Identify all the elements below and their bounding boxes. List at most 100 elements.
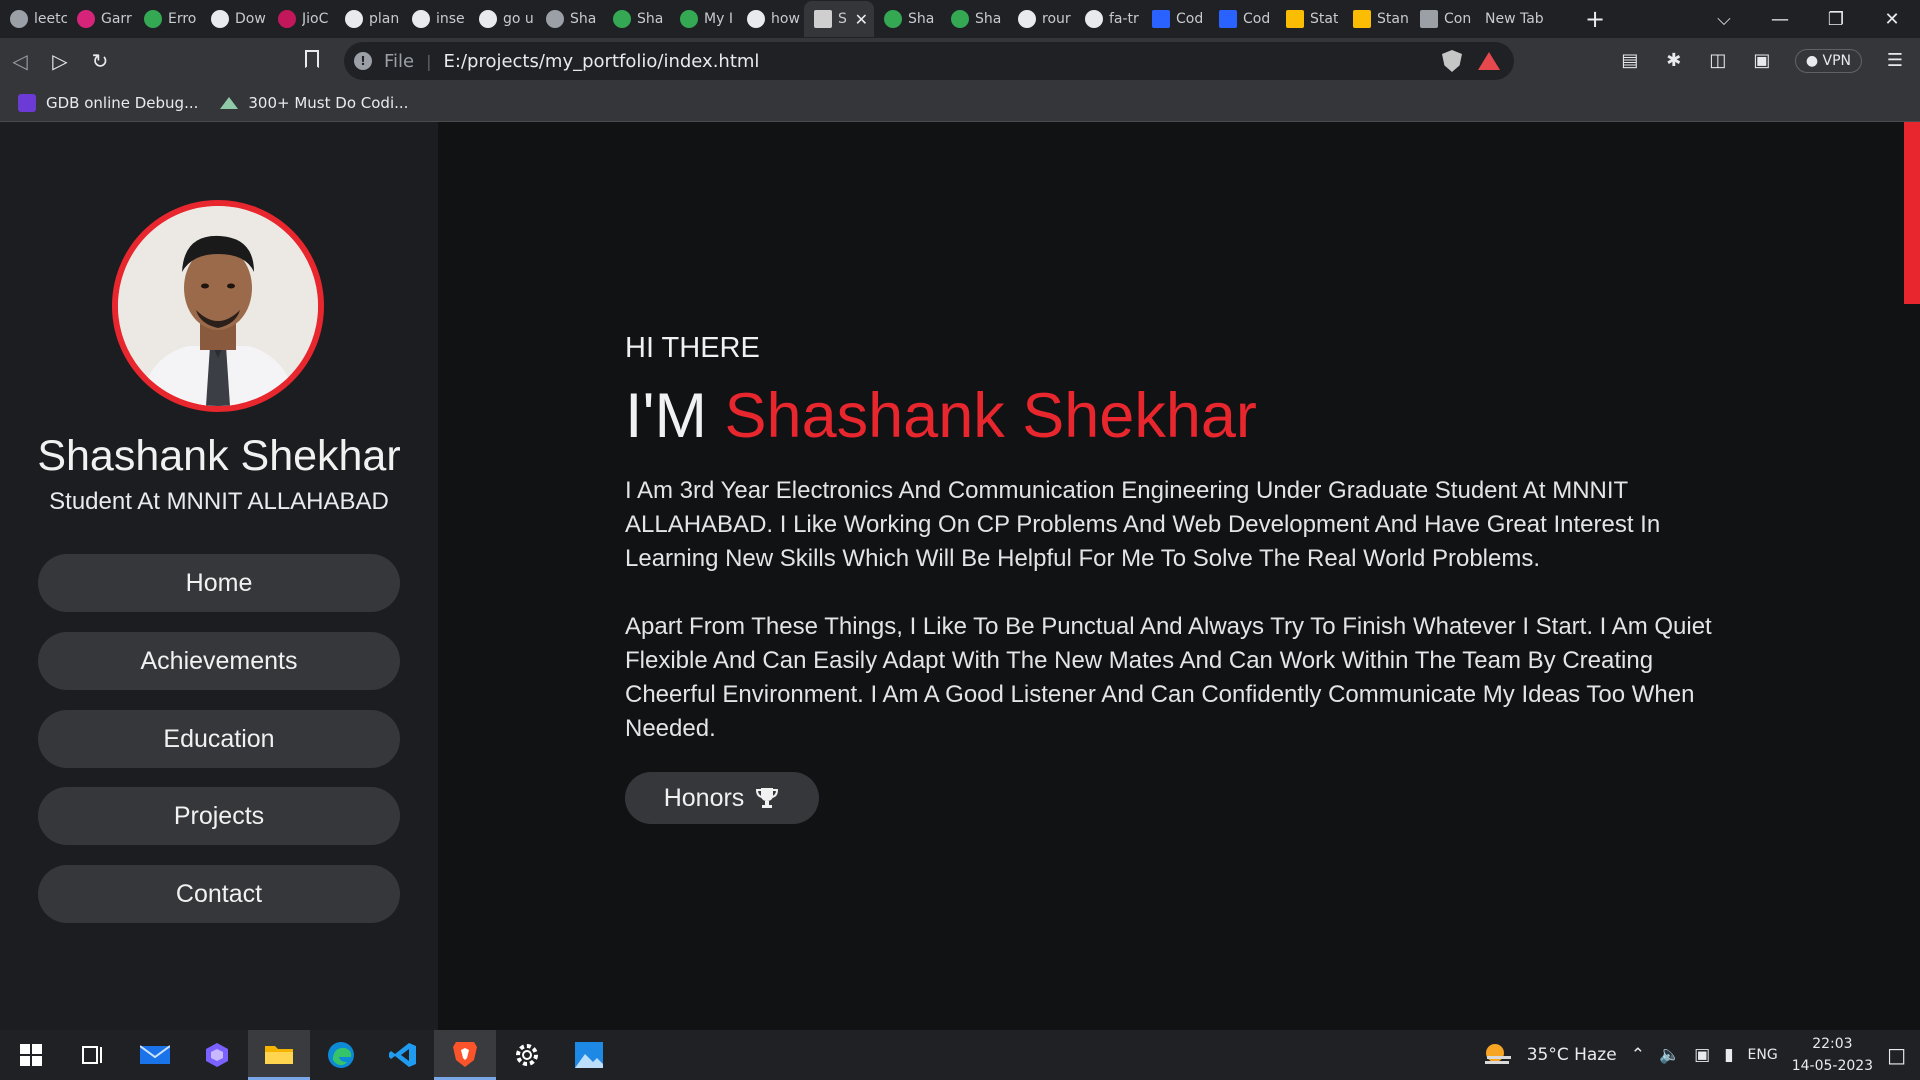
reader-mode-icon[interactable]: ▤: [1619, 50, 1641, 72]
clock[interactable]: 22:03 14-05-2023: [1792, 1033, 1873, 1077]
nav-contact-button[interactable]: Contact: [38, 865, 400, 923]
vpn-button[interactable]: ● VPN: [1794, 49, 1862, 73]
browser-tab[interactable]: Con: [1410, 1, 1477, 37]
menu-icon[interactable]: ☰: [1884, 50, 1906, 72]
task-view-icon[interactable]: [62, 1030, 124, 1080]
tab-label: JioC: [302, 11, 329, 27]
mail-icon[interactable]: [124, 1030, 186, 1080]
file-explorer-icon[interactable]: [248, 1030, 310, 1080]
wallet-icon[interactable]: ▣: [1751, 50, 1773, 72]
browser-toolbar: ◁ ▷ ↻ ! File | E:/projects/my_portfolio/…: [0, 38, 1920, 84]
profile-name: Shashank Shekhar: [37, 432, 401, 480]
nav-education-button[interactable]: Education: [38, 710, 400, 768]
new-tab-label[interactable]: New Tab: [1477, 11, 1575, 27]
back-icon[interactable]: ◁: [0, 49, 40, 73]
close-window-icon[interactable]: ✕: [1864, 9, 1920, 30]
browser-tab[interactable]: Garr: [67, 1, 134, 37]
profile-photo: [118, 206, 318, 406]
tab-label: fa-tr: [1109, 11, 1139, 27]
headline-prefix: I'M: [625, 381, 708, 451]
notifications-icon[interactable]: □: [1887, 1043, 1906, 1067]
cc-icon: [1420, 10, 1438, 28]
address-bar[interactable]: ! File | E:/projects/my_portfolio/index.…: [344, 42, 1514, 80]
browser-tab[interactable]: My I: [670, 1, 737, 37]
profile-photo-icon: [814, 10, 832, 28]
bar-chart-icon: [1286, 10, 1304, 28]
new-tab-plus-icon[interactable]: +: [1575, 5, 1615, 33]
drive-icon: [884, 10, 902, 28]
extensions-icon[interactable]: ✱: [1663, 50, 1685, 72]
browser-tab[interactable]: Cod: [1209, 1, 1276, 37]
bookmark-gdb[interactable]: GDB online Debug...: [18, 93, 198, 112]
nav-projects-button[interactable]: Projects: [38, 787, 400, 845]
nav-home-button[interactable]: Home: [38, 554, 400, 612]
network-icon[interactable]: ▣: [1694, 1045, 1710, 1065]
tab-label: Sha: [570, 11, 597, 27]
bar-chart-icon: [1353, 10, 1371, 28]
reload-icon[interactable]: ↻: [80, 49, 120, 73]
cortana-icon[interactable]: [186, 1030, 248, 1080]
browser-tab[interactable]: Sha: [603, 1, 670, 37]
windows-start-icon[interactable]: [0, 1030, 62, 1080]
restore-icon[interactable]: ❐: [1808, 9, 1864, 30]
browser-tab[interactable]: leetc: [0, 1, 67, 37]
browser-tab[interactable]: Erro: [134, 1, 201, 37]
tab-label: go u: [503, 11, 534, 27]
tab-label: My I: [704, 11, 733, 27]
browser-tab[interactable]: rour: [1008, 1, 1075, 37]
sidebar-icon[interactable]: ◫: [1707, 50, 1729, 72]
tab-search-chevron-icon[interactable]: ⌵: [1696, 9, 1752, 30]
drive-icon: [144, 10, 162, 28]
weather-text[interactable]: 35°C Haze: [1527, 1045, 1617, 1065]
vscode-icon[interactable]: [372, 1030, 434, 1080]
browser-tab[interactable]: Dow: [201, 1, 268, 37]
nav-achievements-button[interactable]: Achievements: [38, 632, 400, 690]
about-paragraph-2: Apart From These Things, I Like To Be Pu…: [625, 613, 1712, 742]
minimize-icon[interactable]: —: [1752, 9, 1808, 30]
browser-tab[interactable]: Stan: [1343, 1, 1410, 37]
tab-label: Stat: [1310, 11, 1339, 27]
browser-tab[interactable]: inse: [402, 1, 469, 37]
language-indicator[interactable]: ENG: [1748, 1047, 1778, 1063]
bookmark-geeksforgeeks[interactable]: 300+ Must Do Codi...: [220, 94, 408, 112]
browser-tab[interactable]: go u: [469, 1, 536, 37]
settings-icon[interactable]: [496, 1030, 558, 1080]
brave-rewards-icon[interactable]: [1478, 52, 1500, 70]
brave-shields-icon[interactable]: [1442, 50, 1462, 72]
tab-close-icon[interactable]: ✕: [855, 10, 874, 29]
headline: I'M Shashank Shekhar: [625, 380, 1257, 452]
chevron-up-icon[interactable]: ⌃: [1631, 1045, 1645, 1065]
browser-tab[interactable]: Stat: [1276, 1, 1343, 37]
forward-icon[interactable]: ▷: [40, 49, 80, 73]
clock-date: 14-05-2023: [1791, 1058, 1874, 1074]
url-text[interactable]: E:/projects/my_portfolio/index.html: [444, 51, 760, 72]
globe-icon: [546, 10, 564, 28]
tab-active[interactable]: S ✕: [804, 1, 874, 37]
volume-icon[interactable]: 🔈: [1659, 1045, 1680, 1065]
browser-tab[interactable]: JioC: [268, 1, 335, 37]
browser-tab[interactable]: Sha: [874, 1, 941, 37]
browser-tab[interactable]: fa-tr: [1075, 1, 1142, 37]
vpn-label: VPN: [1822, 53, 1852, 69]
edge-icon[interactable]: [310, 1030, 372, 1080]
battery-icon[interactable]: ▮: [1724, 1045, 1733, 1065]
browser-tab[interactable]: Cod: [1142, 1, 1209, 37]
honors-button[interactable]: Honors: [625, 772, 819, 824]
browser-tab[interactable]: Sha: [941, 1, 1008, 37]
browser-tab[interactable]: how: [737, 1, 804, 37]
site-info-icon[interactable]: !: [354, 52, 372, 70]
windows-taskbar: 35°C Haze ⌃ 🔈 ▣ ▮ ENG 22:03 14-05-2023 □: [0, 1030, 1920, 1080]
download-icon: [211, 10, 229, 28]
bookmark-label: 300+ Must Do Codi...: [248, 93, 409, 112]
scrollbar-track[interactable]: [1904, 122, 1920, 1030]
scrollbar-thumb[interactable]: [1904, 122, 1920, 304]
tab-label: rour: [1042, 11, 1071, 27]
brave-icon[interactable]: [434, 1030, 496, 1080]
photos-icon[interactable]: [558, 1030, 620, 1080]
browser-tab[interactable]: plan: [335, 1, 402, 37]
tab-label: Stan: [1377, 11, 1409, 27]
browser-tab[interactable]: Sha: [536, 1, 603, 37]
bookmark-icon[interactable]: [305, 50, 319, 68]
geeksforgeeks-icon: [220, 96, 239, 109]
url-separator: |: [426, 51, 432, 71]
